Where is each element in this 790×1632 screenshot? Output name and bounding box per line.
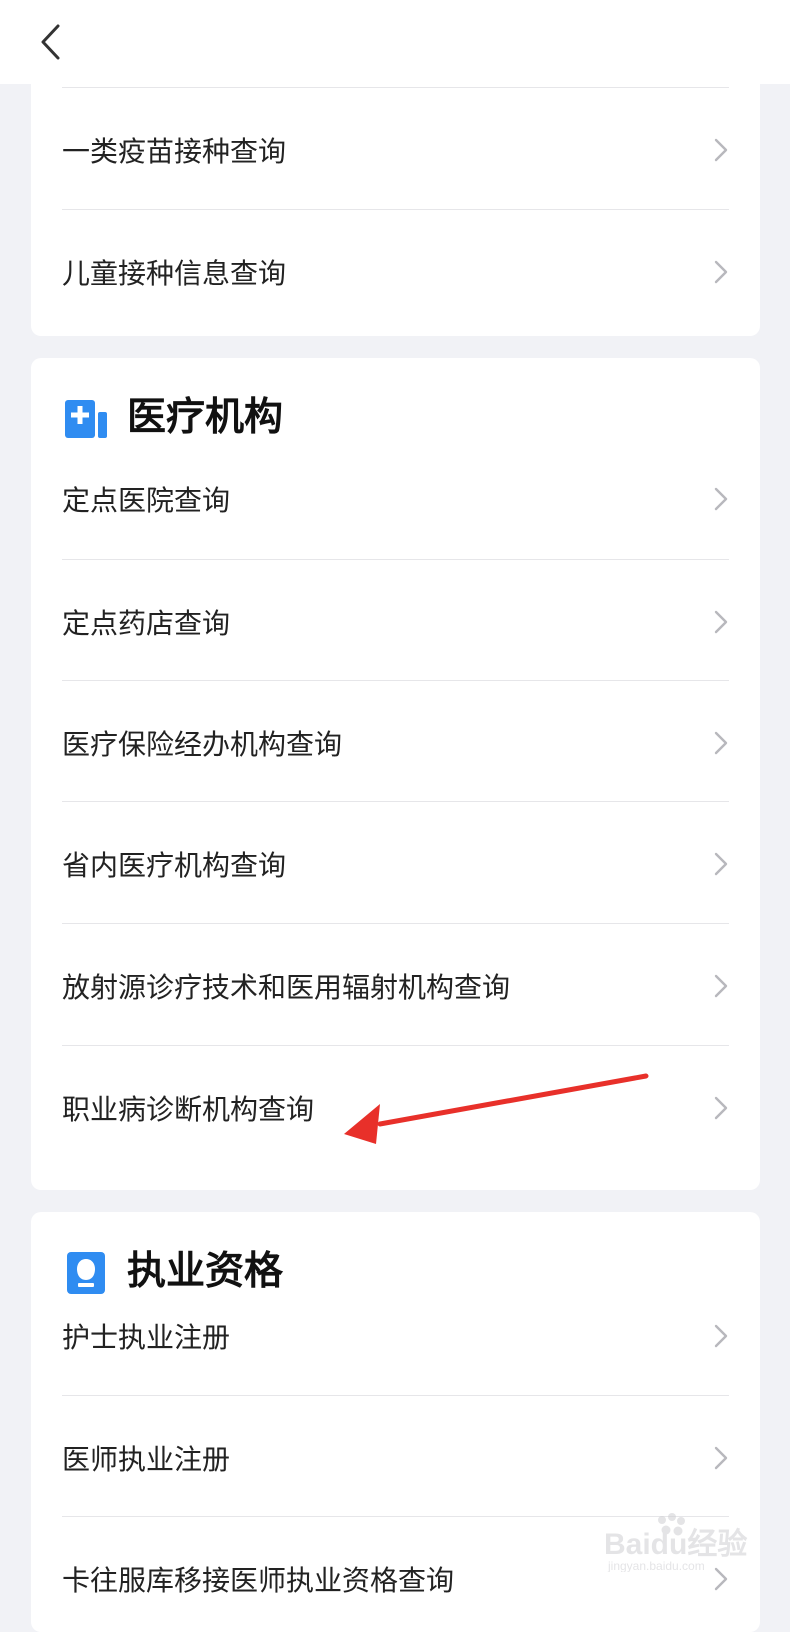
chevron-right-icon — [714, 487, 728, 510]
chevron-right-icon — [714, 974, 728, 997]
chevron-right-icon — [714, 610, 728, 633]
list-item-nurse-registration[interactable]: 护士执业注册 — [62, 1274, 729, 1397]
list-item-insurance-agency[interactable]: 医疗保险经办机构查询 — [62, 681, 729, 804]
list-item-label: 医疗保险经办机构查询 — [62, 727, 343, 761]
vaccine-card: 一类疫苗接种查询 儿童接种信息查询 — [31, 60, 760, 336]
list-item-designated-hospital[interactable]: 定点医院查询 — [62, 437, 729, 560]
list-item-label: 儿童接种信息查询 — [62, 256, 287, 290]
list-item-radiation-institutions[interactable]: 放射源诊疗技术和医用辐射机构查询 — [62, 924, 729, 1047]
list-item-vaccine-query[interactable]: 一类疫苗接种查询 — [62, 88, 729, 211]
list-item-provincial-institutions[interactable]: 省内医疗机构查询 — [62, 802, 729, 925]
chevron-right-icon — [714, 1446, 728, 1469]
list-item-label: 护士执业注册 — [62, 1320, 231, 1354]
hospital-icon — [65, 400, 107, 438]
list-item-designated-pharmacy[interactable]: 定点药店查询 — [62, 560, 729, 683]
list-item-label: 职业病诊断机构查询 — [62, 1092, 315, 1126]
list-item-label: 一类疫苗接种查询 — [62, 134, 287, 168]
list-item-physician-registration[interactable]: 医师执业注册 — [62, 1396, 729, 1519]
list-item-label: 定点医院查询 — [62, 483, 231, 517]
chevron-right-icon — [714, 852, 728, 875]
chevron-right-icon — [714, 1324, 728, 1347]
list-item-label: 放射源诊疗技术和医用辐射机构查询 — [62, 970, 511, 1004]
chevron-right-icon — [714, 1096, 728, 1119]
watermark-url: jingyan.baidu.com — [607, 1559, 705, 1572]
list-item-label: 医师执业注册 — [62, 1442, 231, 1476]
list-item-label: 卡往服库移接医师执业资格查询 — [62, 1563, 455, 1597]
chevron-right-icon — [714, 731, 728, 754]
red-arrow-annotation — [344, 1073, 649, 1144]
list-item-label: 省内医疗机构查询 — [62, 848, 287, 882]
top-nav-bar — [0, 0, 790, 84]
list-item-child-vaccine-info[interactable]: 儿童接种信息查询 — [62, 210, 729, 333]
chevron-right-icon — [714, 260, 728, 283]
chevron-right-icon — [714, 138, 728, 161]
chevron-left-icon — [41, 24, 60, 60]
baidu-jingyan-watermark: Baidu经验 jingyan.baidu.com — [604, 1513, 747, 1572]
back-button[interactable] — [28, 18, 72, 66]
list-item-label: 定点药店查询 — [62, 606, 231, 640]
watermark-brand: Baidu经验 — [604, 1527, 747, 1561]
